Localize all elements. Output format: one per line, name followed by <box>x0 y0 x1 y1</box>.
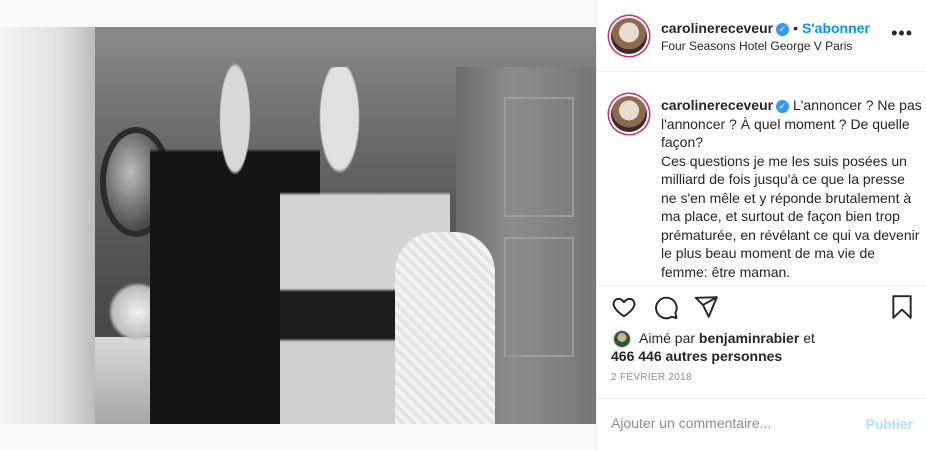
likes-and: et <box>803 330 815 346</box>
liker-username[interactable]: benjaminrabier <box>699 330 799 346</box>
publish-button[interactable]: Publier <box>866 416 913 432</box>
photo-wall <box>0 27 95 424</box>
more-options-icon[interactable]: ••• <box>891 24 913 42</box>
post-date[interactable]: 2 FÉVRIER 2018 <box>611 372 692 383</box>
separator-dot: • <box>793 20 798 36</box>
likes-section: Aimé par benjaminrabier et 466 446 autre… <box>611 328 921 366</box>
liker-avatar[interactable] <box>613 330 631 348</box>
action-bar <box>597 288 926 328</box>
likes-prefix: Aimé par <box>639 330 696 346</box>
photo-door-panel <box>504 97 574 217</box>
bookmark-icon[interactable] <box>889 294 915 320</box>
likes-line: Aimé par benjaminrabier et <box>639 330 815 346</box>
photo-cardigan <box>395 232 495 424</box>
post-media-area <box>0 0 596 450</box>
caption-username[interactable]: carolinereceveur <box>661 97 773 113</box>
post-caption: carolinereceveur ✓ L'annoncer ? Ne pas l'… <box>597 72 926 286</box>
verified-icon: ✓ <box>776 100 790 113</box>
follow-button[interactable]: S'abonner <box>802 20 870 36</box>
post-sidebar: carolinereceveur ✓ • S'abonner Four Seasons… <box>596 0 926 450</box>
header-username[interactable]: carolinereceveur <box>661 20 773 36</box>
caption-avatar[interactable] <box>611 96 647 132</box>
verified-icon: ✓ <box>776 23 790 36</box>
heart-icon[interactable] <box>611 294 637 320</box>
caption-text: carolinereceveur ✓ L'annoncer ? Ne pas l'… <box>661 96 923 281</box>
comment-input[interactable] <box>611 415 851 431</box>
post-photo[interactable] <box>0 27 596 424</box>
comment-form: Publier <box>597 398 926 450</box>
likes-count[interactable]: 466 446 autres personnes <box>611 348 782 364</box>
caption-paragraph-2: Ces questions je me les suis posées un m… <box>661 152 920 280</box>
post-header: carolinereceveur ✓ • S'abonner Four Seasons… <box>597 0 926 72</box>
photo-door-panel <box>504 237 574 357</box>
header-user-line: carolinereceveur ✓ • S'abonner <box>661 20 870 36</box>
share-icon[interactable] <box>693 294 719 320</box>
avatar[interactable] <box>611 18 647 54</box>
comment-icon[interactable] <box>653 294 679 320</box>
location-link[interactable]: Four Seasons Hotel George V Paris <box>661 39 852 53</box>
